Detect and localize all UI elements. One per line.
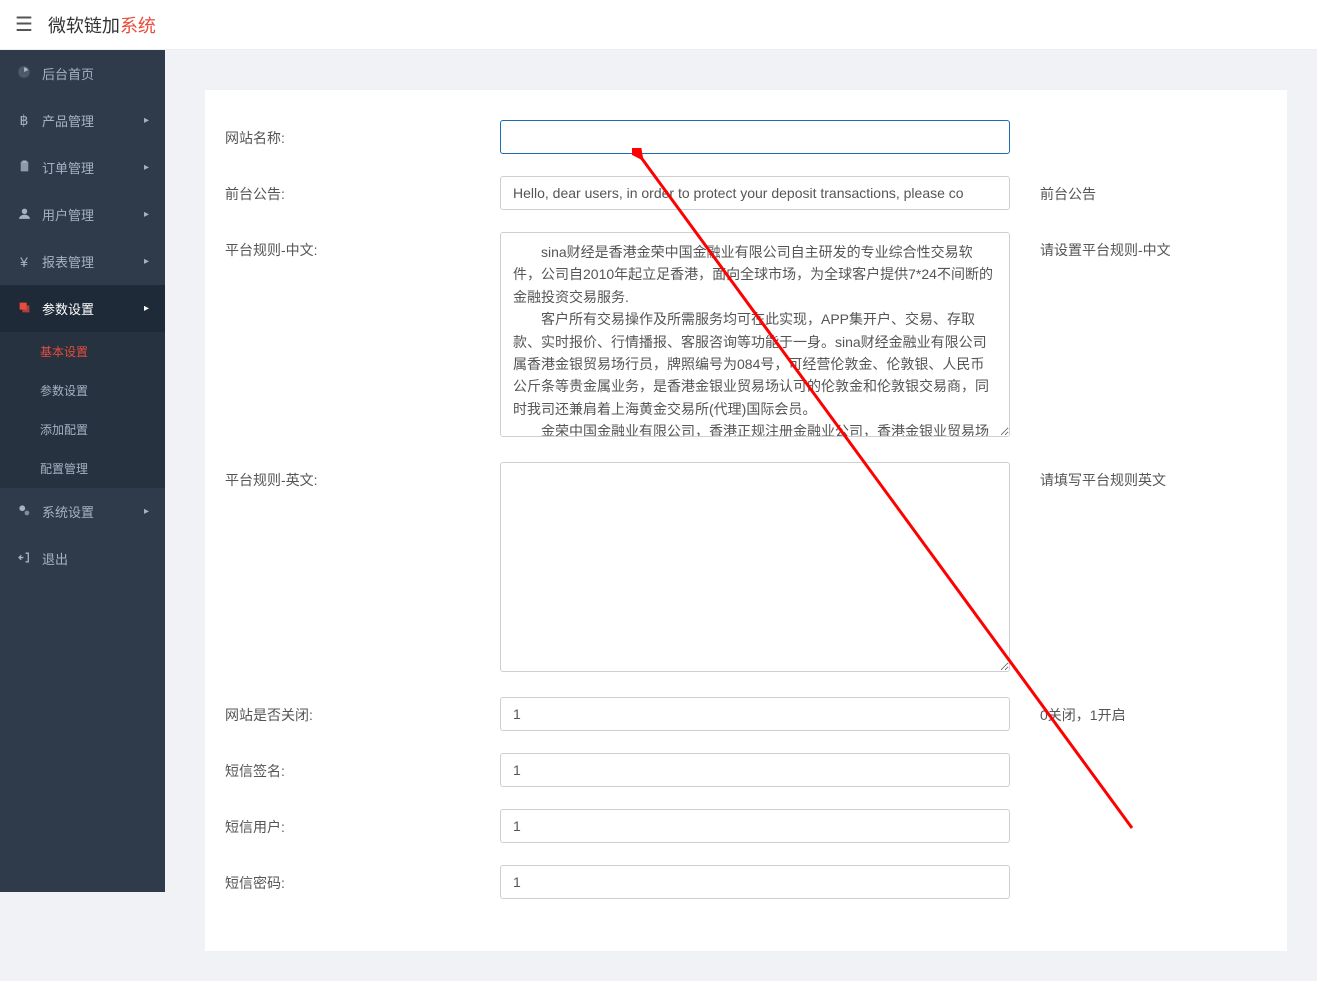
sidebar-item-logout[interactable]: 退出 xyxy=(0,535,165,582)
help-rules-en: 请填写平台规则英文 xyxy=(1040,462,1267,490)
sidebar-item-label: 参数设置 xyxy=(42,299,94,318)
row-sms-pass: 短信密码: xyxy=(225,865,1267,899)
chevron-right-icon: ▸ xyxy=(144,115,149,126)
sidebar-sub-add-config[interactable]: 添加配置 xyxy=(0,410,165,449)
chevron-right-icon: ▸ xyxy=(144,162,149,173)
label-rules-cn: 平台规则-中文: xyxy=(225,232,500,260)
sidebar-item-orders[interactable]: 订单管理 ▸ xyxy=(0,144,165,191)
topbar: ☰ 微软链加系统 xyxy=(0,0,1317,50)
help-sms-pass xyxy=(1040,865,1267,873)
sidebar: 后台首页 ฿ 产品管理 ▸ 订单管理 ▸ 用户管理 ▸ ¥ 报表管理 ▸ 参数设… xyxy=(0,50,165,892)
sidebar-item-reports[interactable]: ¥ 报表管理 ▸ xyxy=(0,238,165,285)
row-rules-en: 平台规则-英文: 请填写平台规则英文 xyxy=(225,462,1267,675)
gears-icon xyxy=(16,503,32,520)
chevron-right-icon: ▸ xyxy=(144,303,149,314)
sidebar-item-label: 报表管理 xyxy=(42,252,94,271)
label-site-name: 网站名称: xyxy=(225,120,500,148)
sidebar-item-label: 后台首页 xyxy=(42,64,94,83)
help-site-name xyxy=(1040,120,1267,128)
input-site-name[interactable] xyxy=(500,120,1010,154)
bitcoin-icon: ฿ xyxy=(16,112,32,129)
row-site-name: 网站名称: xyxy=(225,120,1267,154)
help-notice: 前台公告 xyxy=(1040,176,1267,204)
textarea-rules-cn[interactable] xyxy=(500,232,1010,437)
help-sms-user xyxy=(1040,809,1267,817)
sidebar-item-label: 系统设置 xyxy=(42,502,94,521)
content-area: 网站名称: 前台公告: 前台公告 平台规则-中文: 请设置平台规则-中文 平台规… xyxy=(165,50,1317,981)
row-sms-sign: 短信签名: xyxy=(225,753,1267,787)
settings-card: 网站名称: 前台公告: 前台公告 平台规则-中文: 请设置平台规则-中文 平台规… xyxy=(205,90,1287,951)
help-rules-cn: 请设置平台规则-中文 xyxy=(1040,232,1267,260)
label-rules-en: 平台规则-英文: xyxy=(225,462,500,490)
sidebar-item-dashboard[interactable]: 后台首页 xyxy=(0,50,165,97)
brand-title: 微软链加系统 xyxy=(48,12,156,38)
sidebar-sub-config-mgmt[interactable]: 配置管理 xyxy=(0,449,165,488)
logout-icon xyxy=(16,551,32,567)
row-sms-user: 短信用户: xyxy=(225,809,1267,843)
label-sms-sign: 短信签名: xyxy=(225,753,500,781)
label-site-closed: 网站是否关闭: xyxy=(225,697,500,725)
clipboard-icon xyxy=(16,160,32,176)
sidebar-item-label: 产品管理 xyxy=(42,111,94,130)
sidebar-sub-basic[interactable]: 基本设置 xyxy=(0,332,165,371)
input-sms-user[interactable] xyxy=(500,809,1010,843)
sidebar-item-products[interactable]: ฿ 产品管理 ▸ xyxy=(0,97,165,144)
row-rules-cn: 平台规则-中文: 请设置平台规则-中文 xyxy=(225,232,1267,440)
copy-icon xyxy=(16,301,32,317)
sidebar-item-system[interactable]: 系统设置 ▸ xyxy=(0,488,165,535)
brand-accent: 系统 xyxy=(120,16,156,36)
sidebar-sub-params[interactable]: 参数设置 xyxy=(0,371,165,410)
row-notice: 前台公告: 前台公告 xyxy=(225,176,1267,210)
sidebar-item-users[interactable]: 用户管理 ▸ xyxy=(0,191,165,238)
input-sms-sign[interactable] xyxy=(500,753,1010,787)
row-site-closed: 网站是否关闭: 0关闭，1开启 xyxy=(225,697,1267,731)
chevron-right-icon: ▸ xyxy=(144,256,149,267)
brand-main: 微软链加 xyxy=(48,16,120,36)
input-sms-pass[interactable] xyxy=(500,865,1010,899)
menu-toggle-icon[interactable]: ☰ xyxy=(15,12,33,37)
input-site-closed[interactable] xyxy=(500,697,1010,731)
sidebar-item-label: 退出 xyxy=(42,549,68,568)
label-sms-pass: 短信密码: xyxy=(225,865,500,893)
chevron-right-icon: ▸ xyxy=(144,506,149,517)
yen-icon: ¥ xyxy=(16,254,32,270)
label-notice: 前台公告: xyxy=(225,176,500,204)
dashboard-icon xyxy=(16,65,32,82)
textarea-rules-en[interactable] xyxy=(500,462,1010,672)
sidebar-item-label: 订单管理 xyxy=(42,158,94,177)
help-sms-sign xyxy=(1040,753,1267,761)
sidebar-item-label: 用户管理 xyxy=(42,205,94,224)
sidebar-item-params[interactable]: 参数设置 ▸ xyxy=(0,285,165,332)
input-notice[interactable] xyxy=(500,176,1010,210)
sidebar-sub-params: 基本设置 参数设置 添加配置 配置管理 xyxy=(0,332,165,488)
chevron-right-icon: ▸ xyxy=(144,209,149,220)
label-sms-user: 短信用户: xyxy=(225,809,500,837)
user-icon xyxy=(16,207,32,223)
help-site-closed: 0关闭，1开启 xyxy=(1040,697,1267,725)
